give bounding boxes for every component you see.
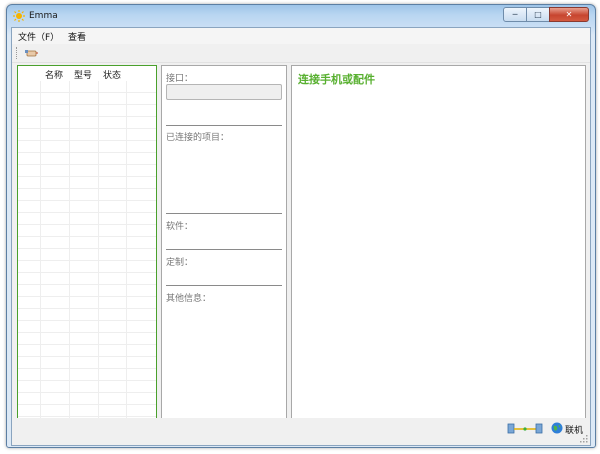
table-row[interactable] [18, 345, 156, 357]
table-row[interactable] [18, 165, 156, 177]
table-row[interactable] [18, 393, 156, 405]
table-row[interactable] [18, 285, 156, 297]
port-field[interactable] [166, 84, 282, 100]
table-row[interactable] [18, 381, 156, 393]
separator [166, 213, 282, 214]
table-row[interactable] [18, 333, 156, 345]
menu-file[interactable]: 文件（F） [18, 30, 59, 43]
column-header-status[interactable]: 状态 [103, 68, 121, 81]
table-row[interactable] [18, 129, 156, 141]
maximize-button[interactable]: □ [526, 7, 550, 22]
close-button[interactable]: ✕ [549, 7, 589, 22]
table-row[interactable] [18, 141, 156, 153]
custom-label: 定制： [166, 258, 194, 268]
minimize-button[interactable]: ─ [503, 7, 527, 22]
table-row[interactable] [18, 297, 156, 309]
table-row[interactable] [18, 201, 156, 213]
table-row[interactable] [18, 189, 156, 201]
device-list-panel[interactable]: 名称 型号 状态 [17, 65, 157, 419]
table-row[interactable] [18, 225, 156, 237]
grid-column-divider [98, 81, 99, 418]
table-row[interactable] [18, 405, 156, 417]
table-row[interactable] [18, 153, 156, 165]
grid-column-divider [69, 81, 70, 418]
column-header-name[interactable]: 名称 [45, 68, 63, 81]
title-bar[interactable]: Emma ─ □ ✕ [7, 5, 595, 27]
table-row[interactable] [18, 117, 156, 129]
separator [166, 125, 282, 126]
globe-icon [551, 422, 563, 434]
window-title: Emma [29, 11, 58, 21]
separator [166, 285, 282, 286]
app-window: Emma ─ □ ✕ 文件（F） 查看 名称 型号 状态 接口： 已连接的项目：… [6, 4, 596, 448]
toolbar [12, 44, 590, 63]
separator [166, 249, 282, 250]
table-row[interactable] [18, 357, 156, 369]
connected-items-label: 已连接的项目： [166, 133, 230, 143]
table-row[interactable] [18, 273, 156, 285]
menu-view[interactable]: 查看 [68, 30, 86, 43]
app-logo-icon [13, 10, 25, 22]
table-row[interactable] [18, 81, 156, 93]
grid-column-divider [40, 81, 41, 418]
other-info-label: 其他信息： [166, 294, 212, 304]
table-row[interactable] [18, 321, 156, 333]
device-connection-icon [507, 423, 543, 434]
table-row[interactable] [18, 237, 156, 249]
status-bar: 联机 [12, 418, 590, 445]
window-controls: ─ □ ✕ [503, 7, 589, 22]
client-area: 文件（F） 查看 名称 型号 状态 接口： 已连接的项目： 软件： 定制： 其他… [11, 27, 591, 446]
device-info-panel: 接口： 已连接的项目： 软件： 定制： 其他信息： [161, 65, 287, 419]
column-header-model[interactable]: 型号 [74, 68, 92, 81]
grid-column-divider [126, 81, 127, 418]
table-row[interactable] [18, 213, 156, 225]
main-panel: 连接手机或配件 [291, 65, 586, 419]
resize-grip-icon[interactable] [578, 433, 588, 443]
table-row[interactable] [18, 105, 156, 117]
table-row[interactable] [18, 177, 156, 189]
software-label: 软件： [166, 222, 194, 232]
main-panel-title: 连接手机或配件 [298, 73, 375, 86]
device-list-grid [18, 81, 156, 418]
port-label: 接口： [166, 74, 194, 84]
table-row[interactable] [18, 249, 156, 261]
menu-bar: 文件（F） 查看 [12, 28, 590, 44]
connect-tool-icon[interactable] [24, 47, 38, 59]
table-row[interactable] [18, 261, 156, 273]
table-row[interactable] [18, 369, 156, 381]
toolbar-grip[interactable] [16, 47, 19, 59]
table-row[interactable] [18, 309, 156, 321]
table-row[interactable] [18, 93, 156, 105]
device-list-header: 名称 型号 状态 [18, 66, 156, 81]
